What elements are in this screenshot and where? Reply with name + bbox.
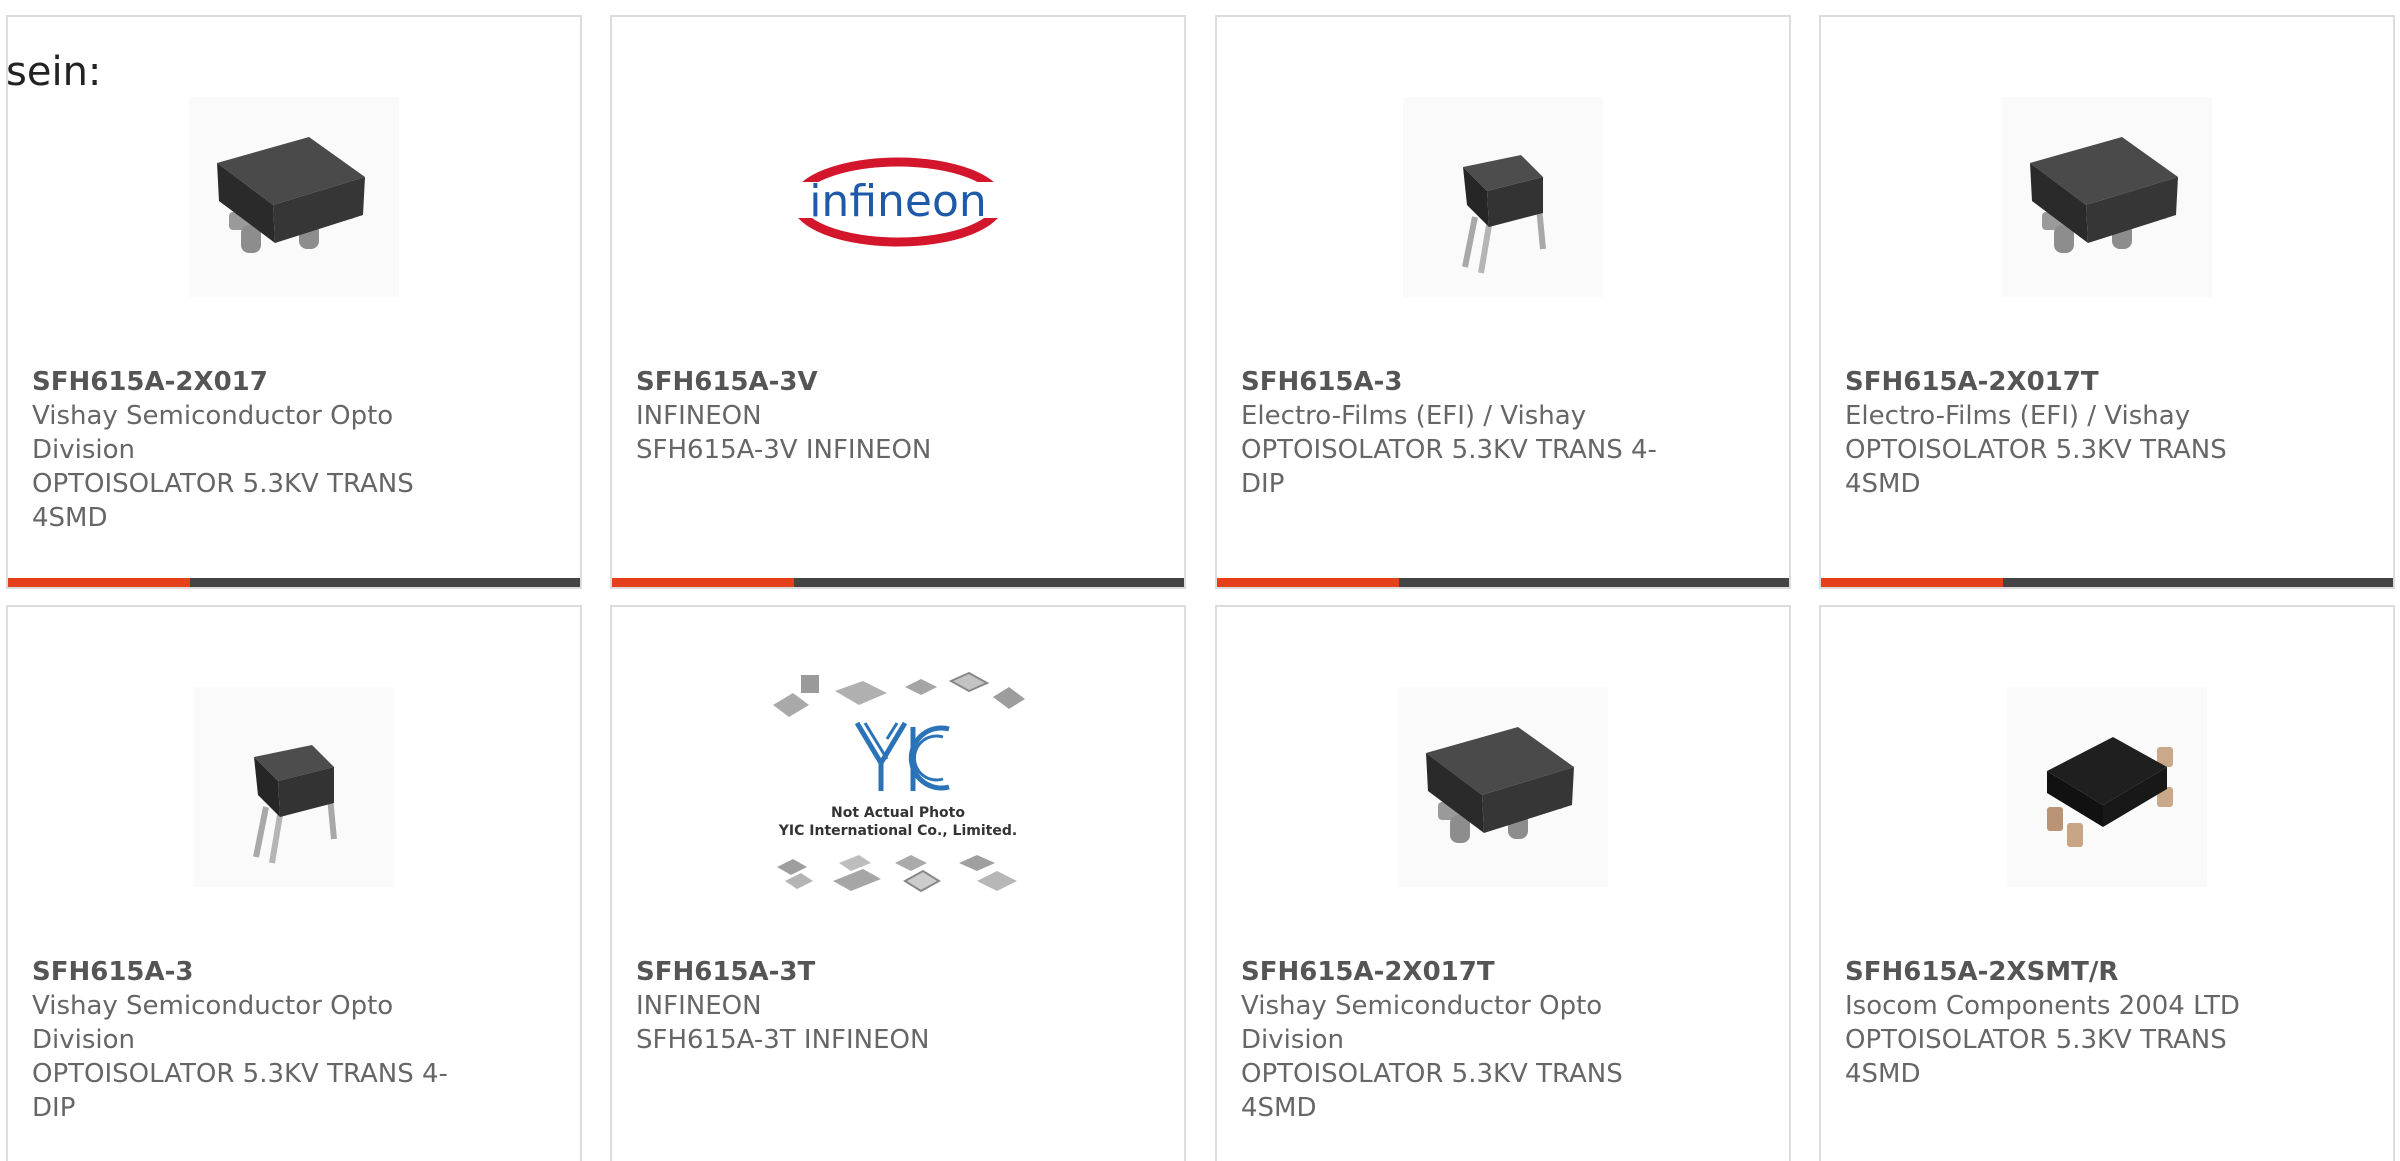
manufacturer: Vishay Semiconductor Opto Division	[32, 991, 394, 1055]
description: OPTOISOLATOR 5.3KV TRANS 4-DIP	[1241, 435, 1657, 499]
part-number[interactable]: SFH615A-3T	[636, 955, 1076, 989]
part-number[interactable]: SFH615A-2X017T	[1241, 955, 1681, 989]
product-card[interactable]: SFH615A-2X017T Electro-Films (EFI) / Vis…	[1819, 15, 2395, 589]
product-image: Not Actual Photo YIC International Co., …	[612, 671, 1184, 897]
product-info: SFH615A-3T INFINEON SFH615A-3T INFINEON	[636, 955, 1076, 1057]
smd-optocoupler-image	[2002, 97, 2212, 297]
yic-placeholder-image: Not Actual Photo YIC International Co., …	[773, 671, 1025, 893]
manufacturer: Vishay Semiconductor Opto Division	[1241, 991, 1603, 1055]
manufacturer: INFINEON	[636, 991, 762, 1021]
product-card[interactable]: Not Actual Photo YIC International Co., …	[610, 605, 1186, 1161]
description: SFH615A-3T INFINEON	[636, 1025, 930, 1055]
infineon-logo-text: infineon	[809, 176, 987, 227]
product-card[interactable]: SFH615A-3 Electro-Films (EFI) / Vishay O…	[1215, 15, 1791, 589]
product-card[interactable]: SFH615A-2X017 Vishay Semiconductor Opto …	[6, 15, 582, 589]
prefix-text: sein:	[6, 49, 102, 95]
part-number[interactable]: SFH615A-2XSMT/R	[1845, 955, 2285, 989]
product-info: SFH615A-3V INFINEON SFH615A-3V INFINEON	[636, 365, 1076, 467]
placeholder-caption-2: YIC International Co., Limited.	[778, 823, 1017, 839]
manufacturer: INFINEON	[636, 401, 762, 431]
manufacturer: Electro-Films (EFI) / Vishay	[1241, 401, 1587, 431]
description: SFH615A-3V INFINEON	[636, 435, 932, 465]
part-number[interactable]: SFH615A-2X017	[32, 365, 472, 399]
infineon-logo: infineon	[788, 157, 1008, 247]
part-number[interactable]: SFH615A-3	[1241, 365, 1681, 399]
smd-optocoupler-image	[189, 97, 399, 297]
description: OPTOISOLATOR 5.3KV TRANS 4SMD	[1845, 435, 2227, 499]
product-image	[8, 87, 580, 307]
description: OPTOISOLATOR 5.3KV TRANS 4SMD	[32, 469, 414, 533]
description: OPTOISOLATOR 5.3KV TRANS 4-DIP	[32, 1059, 448, 1123]
isocom-smd-image	[2007, 687, 2207, 887]
product-info: SFH615A-3 Electro-Films (EFI) / Vishay O…	[1241, 365, 1681, 501]
dip-optocoupler-image	[194, 687, 394, 887]
card-bottom-bar	[612, 578, 1184, 587]
product-image	[1217, 87, 1789, 307]
product-grid-page: sein: SFH615A-2X017 Vishay Semiconductor…	[0, 0, 2400, 1161]
product-card[interactable]: SFH615A-3 Vishay Semiconductor Opto Divi…	[6, 605, 582, 1161]
card-accent-bar	[8, 578, 190, 587]
manufacturer: Isocom Components 2004 LTD	[1845, 991, 2240, 1021]
manufacturer: Electro-Films (EFI) / Vishay	[1845, 401, 2191, 431]
part-number[interactable]: SFH615A-2X017T	[1845, 365, 2285, 399]
manufacturer: Vishay Semiconductor Opto Division	[32, 401, 394, 465]
product-info: SFH615A-2X017T Electro-Films (EFI) / Vis…	[1845, 365, 2285, 501]
card-bottom-bar	[8, 578, 580, 587]
product-image	[1217, 677, 1789, 897]
product-info: SFH615A-2X017 Vishay Semiconductor Opto …	[32, 365, 472, 535]
smd-optocoupler-image	[1398, 687, 1608, 887]
description: OPTOISOLATOR 5.3KV TRANS 4SMD	[1845, 1025, 2227, 1089]
card-accent-bar	[612, 578, 794, 587]
part-number[interactable]: SFH615A-3V	[636, 365, 1076, 399]
dip-optocoupler-image	[1403, 97, 1603, 297]
product-info: SFH615A-2XSMT/R Isocom Components 2004 L…	[1845, 955, 2285, 1091]
card-accent-bar	[1217, 578, 1399, 587]
product-info: SFH615A-3 Vishay Semiconductor Opto Divi…	[32, 955, 472, 1125]
description: OPTOISOLATOR 5.3KV TRANS 4SMD	[1241, 1059, 1623, 1123]
yic-logo	[854, 721, 950, 791]
product-image	[1821, 677, 2393, 897]
product-card[interactable]: SFH615A-2X017T Vishay Semiconductor Opto…	[1215, 605, 1791, 1161]
product-image: infineon	[612, 87, 1184, 307]
product-image	[1821, 87, 2393, 307]
product-image	[8, 677, 580, 897]
card-accent-bar	[1821, 578, 2003, 587]
placeholder-caption-1: Not Actual Photo	[831, 805, 965, 821]
card-bottom-bar	[1821, 578, 2393, 587]
card-bottom-bar	[1217, 578, 1789, 587]
product-info: SFH615A-2X017T Vishay Semiconductor Opto…	[1241, 955, 1681, 1125]
part-number[interactable]: SFH615A-3	[32, 955, 472, 989]
product-card[interactable]: infineon SFH615A-3V INFINEON SFH615A-3V …	[610, 15, 1186, 589]
product-card[interactable]: SFH615A-2XSMT/R Isocom Components 2004 L…	[1819, 605, 2395, 1161]
